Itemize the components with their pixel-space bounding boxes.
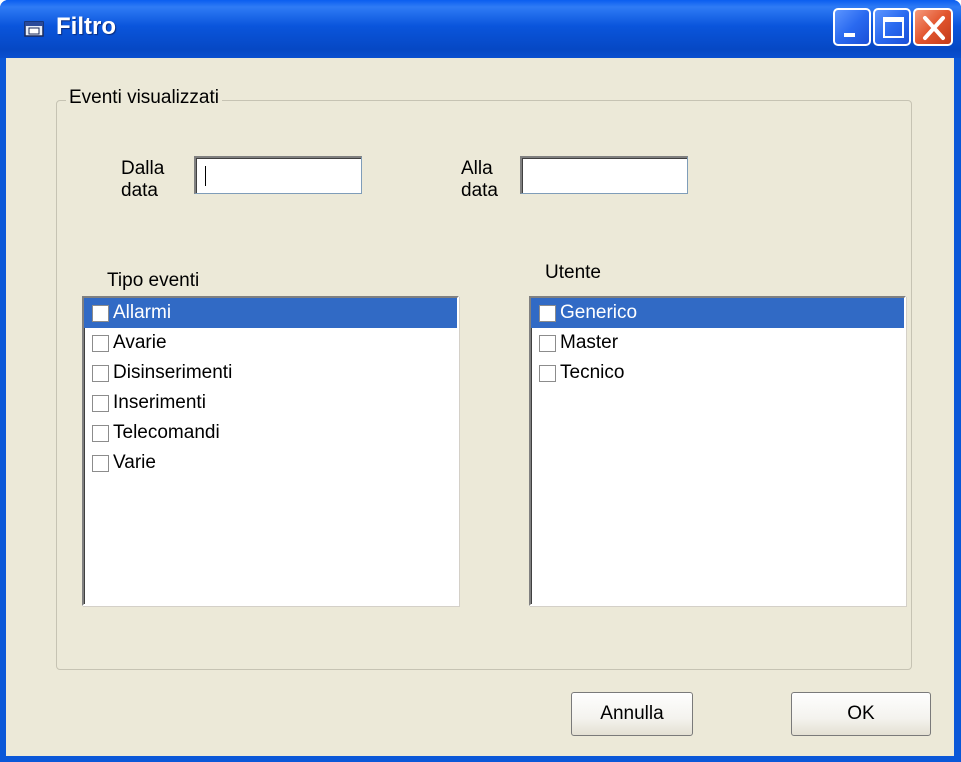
event-type-item-label: Inserimenti	[113, 392, 206, 413]
event-types-listbox[interactable]: Allarmi Avarie Disinserimenti Inserimenti Te…	[82, 296, 459, 606]
cancel-button[interactable]: Annulla	[571, 692, 693, 736]
event-type-item-label: Telecomandi	[113, 422, 220, 443]
event-type-item-label: Varie	[113, 452, 156, 473]
event-type-item[interactable]: Disinserimenti	[84, 358, 457, 388]
event-type-item[interactable]: Varie	[84, 448, 457, 478]
checkbox[interactable]	[92, 424, 109, 442]
event-type-item-label: Disinserimenti	[113, 362, 233, 383]
checkbox[interactable]	[92, 454, 109, 472]
close-button[interactable]	[913, 8, 953, 46]
event-type-item-label: Avarie	[113, 332, 167, 353]
checkbox[interactable]	[92, 304, 109, 322]
event-types-label: Tipo eventi	[107, 270, 200, 291]
checkbox[interactable]	[92, 334, 109, 352]
minimize-icon	[844, 33, 855, 37]
checkbox[interactable]	[539, 334, 556, 352]
user-item[interactable]: Generico	[531, 298, 904, 328]
minimize-button[interactable]	[833, 8, 871, 46]
events-group-title: Eventi visualizzati	[66, 87, 222, 109]
event-type-item-label: Allarmi	[113, 302, 172, 323]
user-item[interactable]: Master	[531, 328, 904, 358]
user-item[interactable]: Tecnico	[531, 358, 904, 388]
checkbox[interactable]	[92, 394, 109, 412]
to-date-label: Alla data	[461, 158, 498, 202]
user-item-label: Tecnico	[560, 362, 625, 383]
maximize-icon	[883, 17, 904, 38]
event-type-item[interactable]: Telecomandi	[84, 418, 457, 448]
dialog-client-area: Eventi visualizzati Dalla data Alla data…	[6, 58, 954, 756]
from-date-field[interactable]	[194, 156, 362, 194]
event-type-item[interactable]: Avarie	[84, 328, 457, 358]
event-type-item[interactable]: Allarmi	[84, 298, 457, 328]
maximize-button[interactable]	[873, 8, 911, 46]
from-date-label-line1: Dalla	[121, 158, 165, 179]
checkbox[interactable]	[539, 364, 556, 382]
ok-button[interactable]: OK	[791, 692, 931, 736]
event-type-item[interactable]: Inserimenti	[84, 388, 457, 418]
user-item-label: Generico	[560, 302, 638, 323]
to-date-label-line2: data	[461, 180, 498, 201]
to-date-label-line1: Alla	[461, 158, 493, 179]
close-icon	[923, 16, 945, 40]
filter-dialog: Filtro Eventi visualizzati Dalla data Al…	[0, 0, 961, 762]
checkbox[interactable]	[92, 364, 109, 382]
window-title: Filtro	[56, 13, 116, 40]
text-caret	[205, 166, 206, 186]
from-date-label-line2: data	[121, 180, 158, 201]
window-icon	[24, 21, 44, 37]
title-bar[interactable]: Filtro	[0, 0, 961, 58]
user-label: Utente	[545, 262, 601, 283]
from-date-input[interactable]	[196, 158, 361, 193]
from-date-label: Dalla data	[121, 158, 164, 202]
users-listbox[interactable]: Generico Master Tecnico	[529, 296, 906, 606]
checkbox[interactable]	[539, 304, 556, 322]
to-date-field[interactable]	[520, 156, 688, 194]
to-date-input[interactable]	[522, 158, 687, 193]
user-item-label: Master	[560, 332, 619, 353]
